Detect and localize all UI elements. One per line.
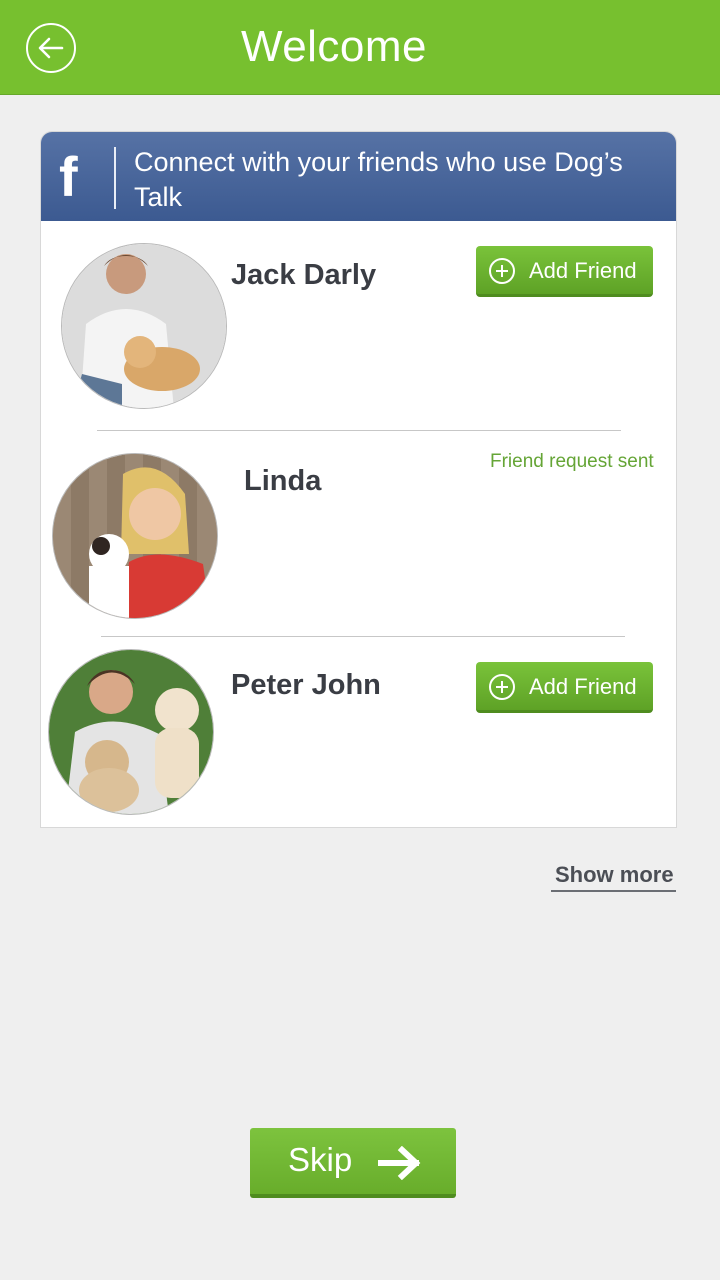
friend-request-status: Friend request sent [490, 451, 654, 472]
add-friend-button[interactable]: Add Friend [476, 246, 653, 297]
page-title: Welcome [240, 22, 428, 71]
avatar-peter-john [48, 649, 214, 815]
add-friend-button[interactable]: Add Friend [476, 662, 653, 713]
add-friend-label: Add Friend [529, 258, 637, 283]
add-friend-label: Add Friend [529, 674, 637, 699]
row-divider [101, 636, 625, 637]
facebook-connect-text: Connect with your friends who use Dog’s … [134, 147, 623, 212]
friend-name: Peter John [231, 669, 381, 701]
facebook-icon: f [59, 145, 78, 208]
friend-name: Linda [244, 465, 322, 497]
avatar-jack-darly [61, 243, 227, 409]
arrow-right-icon [378, 1146, 421, 1180]
plus-circle-icon [489, 674, 515, 700]
friends-card: f Connect with your friends who use Dog’… [40, 131, 677, 828]
banner-divider [114, 147, 116, 209]
avatar-linda [52, 453, 218, 619]
header-bar: Welcome [0, 0, 720, 95]
facebook-connect-banner[interactable]: f Connect with your friends who use Dog’… [41, 132, 676, 221]
friend-name: Jack Darly [231, 259, 377, 291]
skip-button[interactable]: Skip [250, 1128, 456, 1198]
row-divider [97, 430, 621, 431]
plus-circle-icon [489, 258, 515, 284]
show-more-link[interactable]: Show more [551, 862, 676, 892]
skip-label: Skip [288, 1141, 353, 1178]
